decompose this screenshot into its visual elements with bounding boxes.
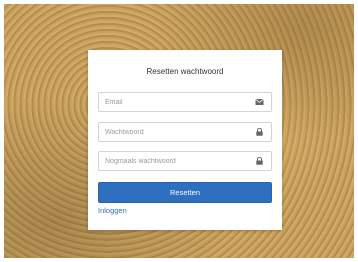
lock-icon (256, 157, 263, 165)
password-repeat-input[interactable] (99, 152, 255, 170)
page-title: Resetten wachtwoord (146, 67, 224, 76)
email-input[interactable] (99, 93, 255, 111)
password-input[interactable] (99, 123, 255, 141)
password-repeat-field[interactable] (98, 151, 272, 171)
lock-icon (256, 128, 263, 136)
reset-password-card: Resetten wachtwoord Resetten Inloggen (88, 50, 282, 230)
login-link[interactable]: Inloggen (98, 206, 127, 215)
password-field[interactable] (98, 122, 272, 142)
envelope-icon (255, 98, 264, 105)
email-field[interactable] (98, 92, 272, 112)
reset-button[interactable]: Resetten (98, 182, 272, 203)
